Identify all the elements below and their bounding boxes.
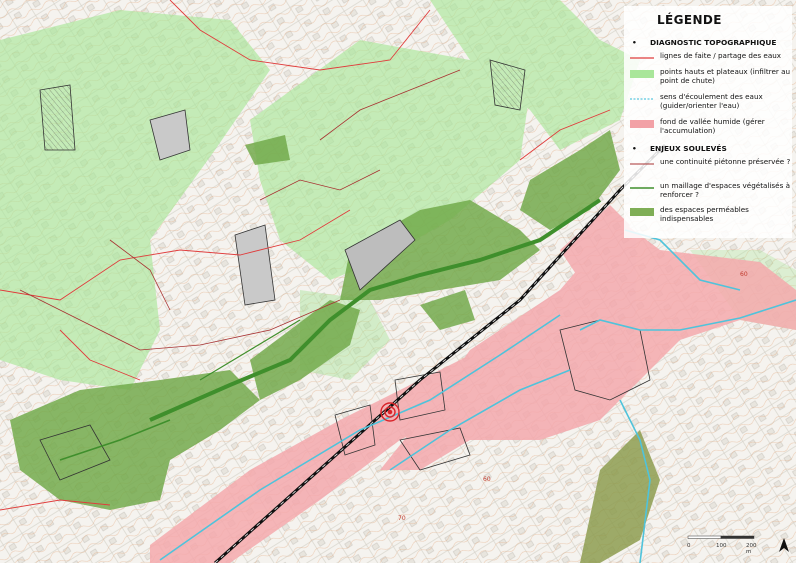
legend-title: LÉGENDE [657,13,722,27]
legend-item-label: une continuité piétonne préservée ? [660,157,791,166]
scale-label: 100 [716,543,727,549]
scale-bar: 0 100 200 m [686,534,762,555]
legend-item-label: points hauts et plateaux (infiltrer au p… [660,67,791,85]
scale-label: 200 m [746,543,757,555]
dark-red-line-icon [630,163,654,165]
contour-label: 60 [740,271,748,278]
legend-item-label: lignes de faite / partage des eaux [660,51,782,60]
red-line-icon [630,57,654,59]
legend-section-heading: • ENJEUX SOULEVÉS [632,144,727,153]
legend-item-label: un maillage d'espaces végétalisés à renf… [660,181,791,199]
scale-bar-graphic [687,535,755,539]
legend-section-heading: • DIAGNOSTIC TOPOGRAPHIQUE [632,38,776,47]
green-line-icon [630,187,654,189]
north-arrow-icon [779,538,789,552]
contour-label: 70 [398,515,406,522]
legend-item-label: fond de vallée humide (gérer l'accumulat… [660,117,765,135]
bullet-icon: • [632,38,637,47]
legend-item-permeable: des espaces perméables indispensables [628,205,792,232]
legend-heading-text: ENJEUX SOULEVÉS [650,144,727,153]
legend-item-water-flow: sens d'écoulement des eaux (guider/orien… [628,92,792,119]
legend-panel: LÉGENDE • DIAGNOSTIC TOPOGRAPHIQUE lignes… [624,6,792,238]
cyan-line-icon [630,98,654,100]
legend-item-valley-floor: fond de vallée humide (gérer l'accumulat… [628,117,792,144]
scale-label: 0 [687,543,691,549]
legend-item-label: des espaces perméables indispensables [660,205,749,223]
bullet-icon: • [632,144,637,153]
pink-swatch-icon [630,120,654,128]
legend-item-label: sens d'écoulement des eaux (guider/orien… [660,92,763,110]
light-green-swatch-icon [630,70,654,78]
contour-label: 60 [483,476,491,483]
legend-item-high-points: points hauts et plateaux (infiltrer au p… [628,67,792,94]
legend-heading-text: DIAGNOSTIC TOPOGRAPHIQUE [650,38,777,47]
olive-swatch-icon [630,208,654,216]
